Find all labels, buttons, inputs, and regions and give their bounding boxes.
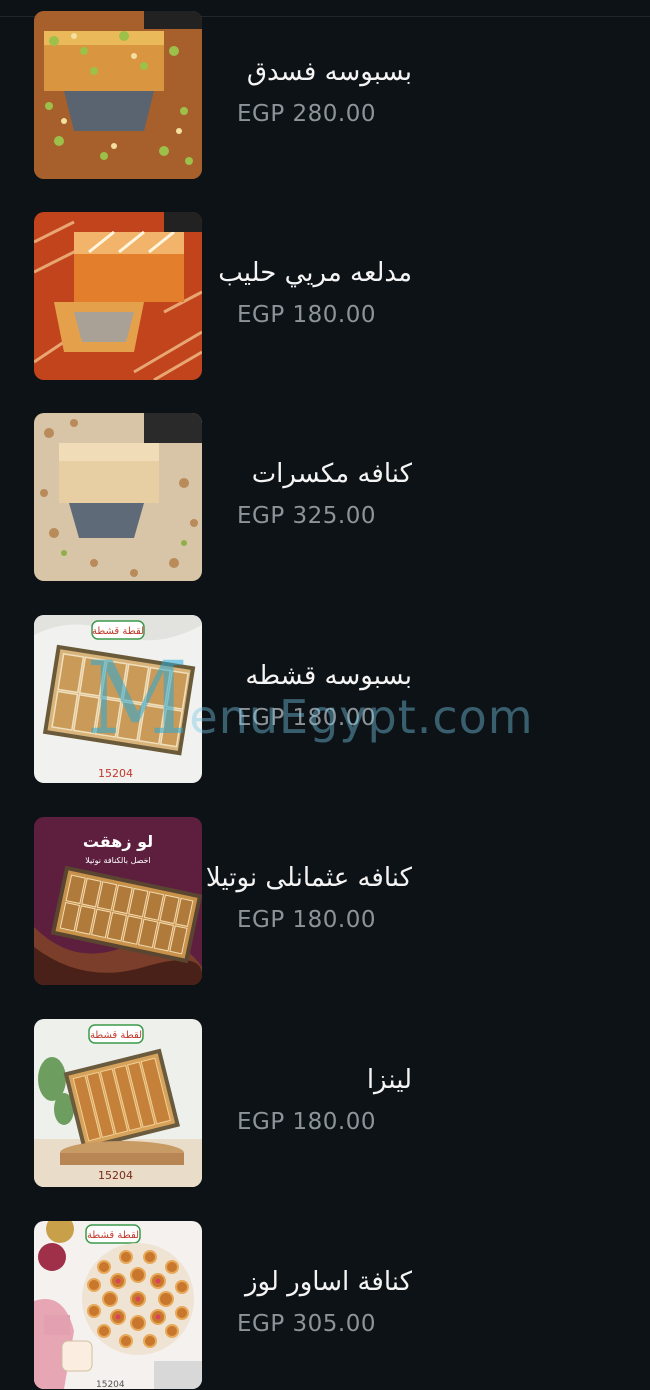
item-name: بسبوسه فسدق: [246, 57, 412, 87]
menu-item[interactable]: لقطة قشطة 15204 لينزا EGP 180.00: [0, 1019, 650, 1187]
item-price: EGP 305.00: [237, 1311, 377, 1337]
item-photo: لقطة قشطة 15204: [34, 1019, 202, 1187]
item-name: كنافه مكسرات: [251, 459, 412, 489]
item-photo: [34, 11, 202, 179]
promo-title: لو زهقت: [83, 832, 153, 851]
menu-item-list: بسبوسه فسدق EGP 280.00 مدلعه مريي حليب E…: [0, 0, 650, 1390]
menu-item[interactable]: لقطة قشطة 15204 كنافة اساور لوز EGP 305.…: [0, 1221, 650, 1389]
item-price: EGP 180.00: [237, 705, 377, 731]
menu-item[interactable]: بسبوسه فسدق EGP 280.00: [0, 11, 650, 179]
brand-logo-text: لقطة قشطة: [90, 1030, 142, 1041]
item-name: كنافة اساور لوز: [245, 1267, 412, 1297]
brand-logo-text: لقطة قشطة: [92, 626, 144, 637]
product-code: 15204: [98, 767, 133, 780]
menu-item[interactable]: كنافه مكسرات EGP 325.00: [0, 413, 650, 581]
item-photo: لقطة قشطة 15204: [34, 1221, 202, 1389]
item-price: EGP 325.00: [237, 503, 377, 529]
item-photo: [34, 413, 202, 581]
item-price: EGP 180.00: [237, 907, 377, 933]
product-code: 15204: [98, 1169, 133, 1182]
item-photo: لو زهقت اخصل بالكنافة نوتيلا: [34, 817, 202, 985]
menu-item[interactable]: مدلعه مريي حليب EGP 180.00: [0, 212, 650, 380]
menu-item[interactable]: لقطة قشطة 15204 بسبوسه قشطه EGP 180.00: [0, 615, 650, 783]
item-name: كنافه عثمانلى نوتيلا: [205, 863, 412, 893]
item-price: EGP 180.00: [237, 302, 377, 328]
menu-item[interactable]: لو زهقت اخصل بالكنافة نوتيلا كنافه عثمان…: [0, 817, 650, 985]
item-price: EGP 180.00: [237, 1109, 377, 1135]
item-name: مدلعه مريي حليب: [218, 258, 412, 288]
item-photo: [34, 212, 202, 380]
item-price: EGP 280.00: [237, 101, 377, 127]
product-code: 15204: [96, 1380, 125, 1389]
brand-logo-text: لقطة قشطة: [87, 1230, 139, 1241]
item-photo: لقطة قشطة 15204: [34, 615, 202, 783]
promo-subtitle: اخصل بالكنافة نوتيلا: [85, 856, 151, 865]
item-name: بسبوسه قشطه: [245, 661, 412, 691]
item-name: لينزا: [366, 1065, 412, 1095]
